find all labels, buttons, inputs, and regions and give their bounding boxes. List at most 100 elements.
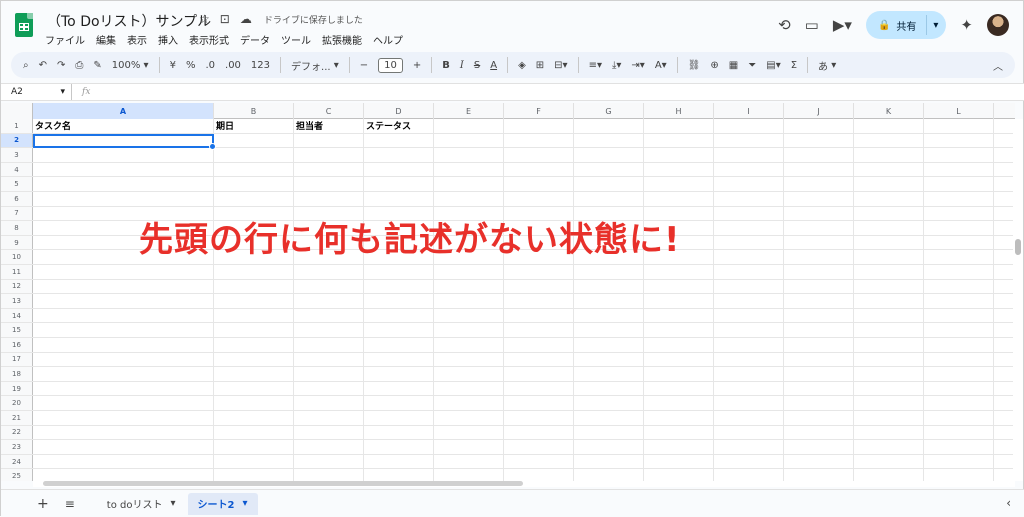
cell[interactable] (644, 323, 714, 337)
cell[interactable] (854, 440, 924, 454)
cell[interactable] (214, 352, 294, 367)
cell[interactable] (784, 381, 854, 396)
cell[interactable] (784, 425, 854, 440)
cell[interactable] (714, 323, 784, 337)
cell[interactable] (784, 206, 854, 221)
menu-format[interactable]: 表示形式 (189, 32, 229, 47)
cell[interactable] (504, 133, 574, 148)
cell[interactable] (924, 250, 994, 264)
cell[interactable] (574, 279, 644, 294)
row-header[interactable]: 14 (1, 308, 33, 323)
sheets-logo-icon[interactable] (15, 13, 33, 37)
column-header[interactable]: H (644, 103, 714, 119)
cell[interactable] (924, 425, 994, 440)
column-header[interactable]: F (504, 103, 574, 119)
cell[interactable] (644, 411, 714, 425)
cell[interactable] (924, 396, 994, 410)
cell[interactable] (294, 381, 364, 396)
cell[interactable] (434, 133, 504, 148)
cell[interactable] (924, 177, 994, 191)
cell[interactable] (33, 454, 214, 469)
cell[interactable] (854, 352, 924, 367)
comments-icon[interactable]: ▭ (805, 16, 819, 34)
cell[interactable] (574, 119, 644, 133)
cell[interactable] (784, 396, 854, 410)
row-header[interactable]: 2 (1, 133, 33, 148)
cell[interactable] (434, 425, 504, 440)
cell[interactable] (434, 192, 504, 206)
cloud-saved-icon[interactable]: ☁ (240, 12, 252, 26)
cell[interactable]: ステータス (364, 119, 434, 133)
menu-edit[interactable]: 編集 (96, 32, 116, 47)
font-size-increase-icon[interactable]: + (413, 60, 421, 71)
horizontal-align-icon[interactable]: ≡▾ (589, 60, 602, 71)
cell[interactable]: 期日 (214, 119, 294, 133)
cell[interactable] (644, 308, 714, 323)
cell[interactable] (714, 440, 784, 454)
cell[interactable] (854, 425, 924, 440)
cell[interactable] (784, 323, 854, 337)
cell[interactable] (294, 440, 364, 454)
spreadsheet-grid[interactable]: ABCDEFGHIJKL 1 タスク名 期日 担当者 ステータス 2 3 4 5 6 7 8 9 10 11… (1, 103, 1015, 481)
cell[interactable] (574, 148, 644, 162)
cell[interactable] (434, 265, 504, 279)
row-header[interactable]: 10 (1, 250, 33, 264)
cell[interactable] (574, 294, 644, 308)
cell[interactable] (574, 323, 644, 337)
cell[interactable] (364, 133, 434, 148)
cell[interactable] (434, 338, 504, 352)
cell[interactable] (574, 411, 644, 425)
vertical-align-icon[interactable]: ⤓▾ (612, 60, 621, 71)
cell[interactable] (924, 469, 994, 481)
cell[interactable] (854, 454, 924, 469)
cell[interactable] (854, 206, 924, 221)
cell[interactable] (574, 192, 644, 206)
cell[interactable] (714, 206, 784, 221)
cell[interactable] (924, 308, 994, 323)
cell[interactable] (574, 381, 644, 396)
font-size-decrease-icon[interactable]: − (360, 60, 368, 71)
cell[interactable] (214, 440, 294, 454)
chart-icon[interactable]: ▦ (729, 60, 738, 71)
cell[interactable] (644, 454, 714, 469)
cell[interactable] (924, 265, 994, 279)
row-header[interactable]: 19 (1, 381, 33, 396)
cell[interactable] (714, 119, 784, 133)
cell[interactable] (714, 221, 784, 235)
cell[interactable] (504, 411, 574, 425)
cell[interactable] (784, 440, 854, 454)
cell[interactable] (504, 396, 574, 410)
cell[interactable] (294, 177, 364, 191)
cell[interactable] (574, 133, 644, 148)
cell[interactable] (504, 367, 574, 381)
cell[interactable] (33, 162, 214, 177)
horizontal-scrollbar[interactable] (33, 481, 1015, 487)
cell[interactable] (364, 177, 434, 191)
cell[interactable] (574, 425, 644, 440)
cell[interactable] (294, 279, 364, 294)
cell[interactable] (574, 177, 644, 191)
cell[interactable] (644, 367, 714, 381)
text-color-icon[interactable]: A (490, 60, 497, 71)
cell[interactable] (364, 294, 434, 308)
cell[interactable] (644, 425, 714, 440)
cell[interactable] (214, 192, 294, 206)
chevron-down-icon[interactable]: ▾ (933, 20, 938, 31)
cell[interactable] (714, 250, 784, 264)
row-header[interactable]: 8 (1, 221, 33, 235)
cell[interactable] (33, 148, 214, 162)
cell[interactable] (214, 396, 294, 410)
cell[interactable] (504, 381, 574, 396)
cell[interactable] (784, 162, 854, 177)
row-header[interactable]: 13 (1, 294, 33, 308)
cell[interactable] (714, 425, 784, 440)
cell[interactable] (644, 177, 714, 191)
cell[interactable] (214, 148, 294, 162)
cell[interactable] (714, 265, 784, 279)
zoom-select[interactable]: 100% ▾ (112, 60, 149, 71)
cell[interactable] (504, 440, 574, 454)
cell[interactable] (214, 323, 294, 337)
cell[interactable] (574, 469, 644, 481)
comment-icon[interactable]: ⊕ (710, 60, 718, 71)
currency-button[interactable]: ¥ (170, 60, 176, 71)
